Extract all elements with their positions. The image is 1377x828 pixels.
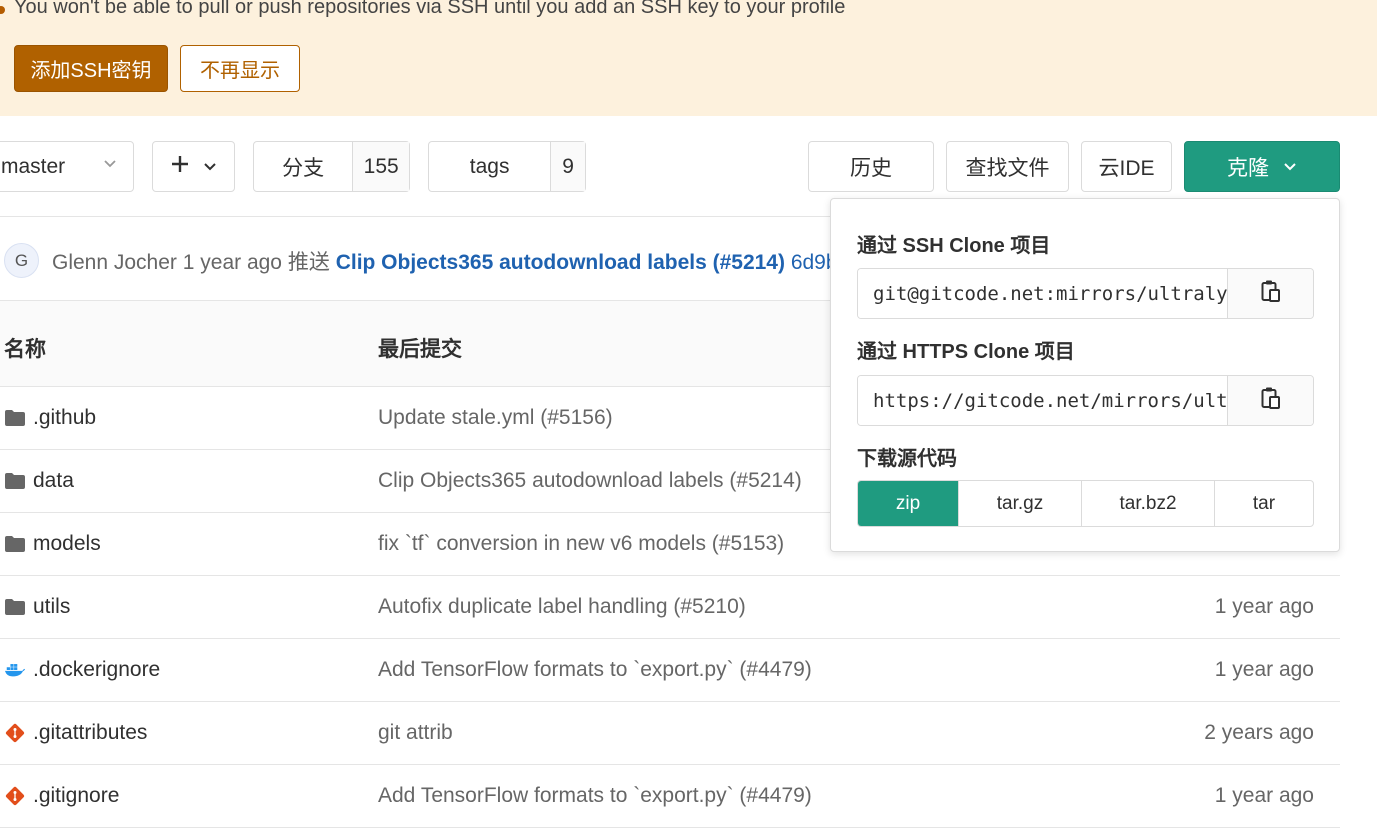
find-file-button[interactable]: 查找文件 [946, 141, 1069, 192]
ssh-warning-banner: You won't be able to pull or push reposi… [0, 0, 1377, 116]
folder-icon [4, 597, 26, 617]
avatar[interactable]: G [4, 243, 39, 278]
column-last-commit-header: 最后提交 [378, 338, 462, 361]
file-name[interactable]: .gitattributes [33, 721, 147, 745]
commit-message[interactable]: Clip Objects365 autodownload labels (#52… [378, 469, 802, 493]
commit-message[interactable]: Autofix duplicate label handling (#5210) [378, 595, 746, 619]
commit-time: 2 years ago [1204, 721, 1314, 744]
https-url-group [857, 375, 1314, 426]
commit-message[interactable]: git attrib [378, 721, 453, 745]
commit-message[interactable]: Add TensorFlow formats to `export.py` (#… [378, 658, 812, 682]
warning-icon [0, 6, 5, 14]
file-name[interactable]: .dockerignore [33, 658, 160, 682]
download-tar-button[interactable]: tar [1214, 481, 1313, 526]
tags-button[interactable]: tags 9 [428, 141, 586, 192]
file-name[interactable]: models [33, 532, 101, 556]
clone-button[interactable]: 克隆 [1184, 141, 1340, 192]
commit-author[interactable]: Glenn Jocher [52, 251, 177, 274]
file-name[interactable]: utils [33, 595, 70, 619]
plus-icon [171, 155, 189, 179]
https-clone-title: 通过 HTTPS Clone 项目 [857, 341, 1075, 363]
table-row[interactable]: utils Autofix duplicate label handling (… [0, 576, 1340, 639]
branches-label: 分支 [282, 156, 325, 180]
file-name[interactable]: .github [33, 406, 96, 430]
table-row[interactable]: .dockerignore Add TensorFlow formats to … [0, 639, 1340, 702]
history-button[interactable]: 历史 [808, 141, 934, 192]
folder-icon [4, 408, 26, 428]
branches-button[interactable]: 分支 155 [253, 141, 410, 192]
ssh-url-input[interactable] [858, 269, 1227, 318]
commit-time: 1 year ago [1214, 784, 1314, 807]
column-name-header: 名称 [4, 338, 46, 361]
branch-select[interactable]: master [0, 141, 134, 192]
commit-time: 1 year ago [182, 251, 282, 274]
download-source-title: 下载源代码 [857, 448, 957, 470]
clone-label: 克隆 [1227, 156, 1269, 180]
commit-message[interactable]: Add TensorFlow formats to `export.py` (#… [378, 784, 812, 808]
commit-message[interactable]: Update stale.yml (#5156) [378, 406, 613, 430]
chevron-down-icon [203, 155, 217, 179]
add-dropdown-button[interactable] [152, 141, 235, 192]
clipboard-icon [1261, 279, 1281, 308]
tags-count: 9 [550, 142, 585, 191]
download-targz-button[interactable]: tar.gz [958, 481, 1081, 526]
commit-action: 推送 [287, 251, 330, 274]
copy-https-url-button[interactable] [1227, 376, 1313, 425]
chevron-down-icon [103, 156, 117, 175]
commit-time: 1 year ago [1214, 658, 1314, 681]
tags-label: tags [469, 154, 510, 178]
branch-name: master [1, 154, 66, 178]
folder-icon [4, 471, 26, 491]
file-name[interactable]: data [33, 469, 74, 493]
clipboard-icon [1261, 386, 1281, 415]
download-tarbz2-button[interactable]: tar.bz2 [1081, 481, 1214, 526]
file-name[interactable]: .gitignore [33, 784, 119, 808]
branches-count: 155 [352, 142, 409, 191]
add-ssh-key-button[interactable]: 添加SSH密钥 [14, 45, 168, 92]
web-ide-button[interactable]: 云IDE [1081, 141, 1172, 192]
commit-time: 1 year ago [1214, 595, 1314, 618]
dismiss-banner-button[interactable]: 不再显示 [180, 45, 300, 92]
https-url-input[interactable] [858, 376, 1227, 425]
clone-dropdown: 通过 SSH Clone 项目 通过 HTTPS Clone 项目 下载源代码 … [830, 198, 1340, 552]
banner-message: You won't be able to pull or push reposi… [14, 0, 846, 18]
download-format-group: zip tar.gz tar.bz2 tar [857, 480, 1314, 527]
chevron-down-icon [1283, 155, 1297, 179]
commit-summary: Glenn Jocher 1 year ago 推送 Clip Objects3… [52, 246, 861, 276]
git-icon [4, 786, 26, 806]
table-row[interactable]: .gitignore Add TensorFlow formats to `ex… [0, 765, 1340, 828]
download-zip-button[interactable]: zip [858, 481, 958, 526]
ssh-clone-title: 通过 SSH Clone 项目 [857, 235, 1051, 257]
commit-message-link[interactable]: Clip Objects365 autodownload labels (#52… [336, 251, 785, 274]
table-row[interactable]: .gitattributes git attrib 2 years ago [0, 702, 1340, 765]
docker-icon [4, 660, 26, 680]
ssh-url-group [857, 268, 1314, 319]
copy-ssh-url-button[interactable] [1227, 269, 1313, 318]
commit-message[interactable]: fix `tf` conversion in new v6 models (#5… [378, 532, 784, 556]
folder-icon [4, 534, 26, 554]
git-icon [4, 723, 26, 743]
